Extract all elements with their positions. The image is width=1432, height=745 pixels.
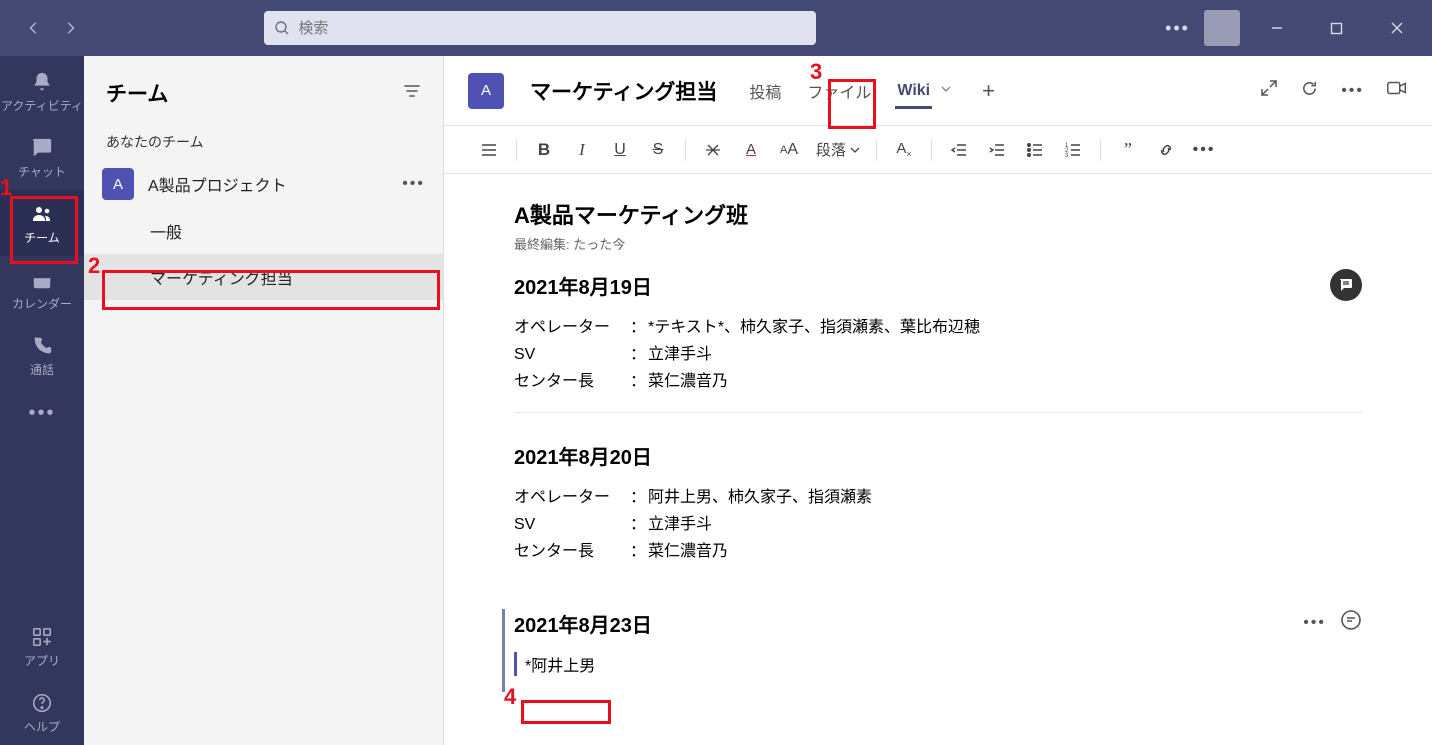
wiki-section-editing[interactable]: ••• 2021年8月23日 *阿井上男 [514,609,1362,692]
rail-more[interactable]: ••• [0,388,84,438]
tab-posts[interactable]: 投稿 [747,73,783,109]
add-tab-button[interactable]: + [982,78,995,104]
rail-label: 通話 [30,361,54,378]
apps-icon [29,624,55,650]
sidebar: チーム あなたのチーム A A製品プロジェクト ••• 一般 マーケティング担当 [84,56,444,745]
outdent-button[interactable] [942,133,976,167]
help-icon [29,690,55,716]
team-avatar: A [102,168,134,200]
wiki-page-title[interactable]: A製品マーケティング班 [514,198,1362,230]
app-rail: アクティビティ チャット チーム カレンダー 通話 ••• アプリ ヘルプ [0,56,84,745]
user-avatar[interactable] [1204,10,1240,46]
team-more-button[interactable]: ••• [402,175,425,193]
font-color-button[interactable]: A [734,133,768,167]
rail-calls[interactable]: 通話 [0,322,84,388]
calendar-icon [29,267,55,293]
wiki-section[interactable]: 2021年8月19日 オペレーター：*テキスト*、柿久家子、指須瀬素、葉比布辺穂… [514,271,1362,413]
wiki-section[interactable]: 2021年8月20日 オペレーター：阿井上男、柿久家子、指須瀬素 SV：立津手斗… [514,441,1362,582]
minimize-button[interactable] [1254,8,1300,48]
rail-teams[interactable]: チーム [0,190,84,256]
clear-format-button[interactable]: A× [887,133,921,167]
section-more-button[interactable]: ••• [1303,614,1326,632]
chat-icon [29,135,55,161]
your-teams-label: あなたのチーム [84,122,443,160]
strike-button[interactable]: S [641,133,675,167]
title-more-button[interactable]: ••• [1165,18,1190,39]
section-conversation-button[interactable] [1340,609,1362,636]
hamburger-button[interactable] [472,133,506,167]
quote-button[interactable]: ” [1111,133,1145,167]
conversation-button[interactable] [1330,269,1362,301]
channel-marketing[interactable]: マーケティング担当 [84,254,443,300]
rail-activity[interactable]: アクティビティ [0,58,84,124]
rail-label: チーム [24,229,60,246]
channel-avatar: A [468,73,504,109]
main-pane: A マーケティング担当 投稿 ファイル Wiki + ••• B I U S A… [444,56,1432,745]
reload-button[interactable] [1300,79,1319,103]
teams-icon [29,201,55,227]
channel-general[interactable]: 一般 [84,208,443,254]
channel-title: マーケティング担当 [530,76,717,106]
back-button[interactable] [18,12,50,44]
tab-wiki[interactable]: Wiki [895,76,932,109]
tab-files[interactable]: ファイル [805,73,873,109]
phone-icon [29,333,55,359]
font-size-button[interactable]: AA [772,133,806,167]
paragraph-dropdown[interactable]: 段落 [810,139,866,160]
rail-chat[interactable]: チャット [0,124,84,190]
indent-button[interactable] [980,133,1014,167]
toolbar-more-button[interactable]: ••• [1187,133,1221,167]
expand-button[interactable] [1260,79,1278,102]
bold-button[interactable]: B [527,133,561,167]
rail-label: チャット [18,163,66,180]
italic-button[interactable]: I [565,133,599,167]
underline-button[interactable]: U [603,133,637,167]
wiki-toolbar: B I U S A AA 段落 A× 123 ” ••• [444,126,1432,174]
close-button[interactable] [1374,8,1420,48]
rail-label: ヘルプ [24,718,60,735]
rail-label: カレンダー [12,295,72,312]
wiki-last-edit: 最終編集: たった今 [514,234,1362,253]
titlebar: ••• [0,0,1432,56]
bullets-button[interactable] [1018,133,1052,167]
section-heading[interactable]: 2021年8月19日 [514,271,1362,300]
rail-help[interactable]: ヘルプ [0,679,84,745]
numbers-button[interactable]: 123 [1056,133,1090,167]
search-box[interactable] [264,11,816,45]
meet-button[interactable] [1386,77,1408,104]
rail-calendar[interactable]: カレンダー [0,256,84,322]
maximize-button[interactable] [1314,8,1360,48]
section-heading[interactable]: 2021年8月23日 [514,609,1362,638]
team-name: A製品プロジェクト [148,172,388,196]
channel-header: A マーケティング担当 投稿 ファイル Wiki + ••• [444,56,1432,126]
section-indicator [502,609,505,692]
sidebar-title: チーム [106,78,168,108]
highlight-button[interactable] [696,133,730,167]
search-icon [274,20,290,36]
editing-text[interactable]: *阿井上男 [514,652,1362,676]
section-heading[interactable]: 2021年8月20日 [514,441,1362,470]
forward-button[interactable] [54,12,86,44]
bell-icon [29,69,55,95]
link-button[interactable] [1149,133,1183,167]
header-more-button[interactable]: ••• [1341,82,1364,100]
team-row[interactable]: A A製品プロジェクト ••• [84,160,443,208]
search-input[interactable] [298,20,806,37]
rail-apps[interactable]: アプリ [0,613,84,679]
tab-wiki-dropdown[interactable] [940,82,952,100]
rail-label: アクティビティ [1,97,83,114]
wiki-content: A製品マーケティング班 最終編集: たった今 2021年8月19日 オペレーター… [444,174,1432,745]
rail-label: アプリ [24,652,60,669]
svg-text:3: 3 [1065,153,1069,159]
filter-button[interactable] [403,82,421,105]
